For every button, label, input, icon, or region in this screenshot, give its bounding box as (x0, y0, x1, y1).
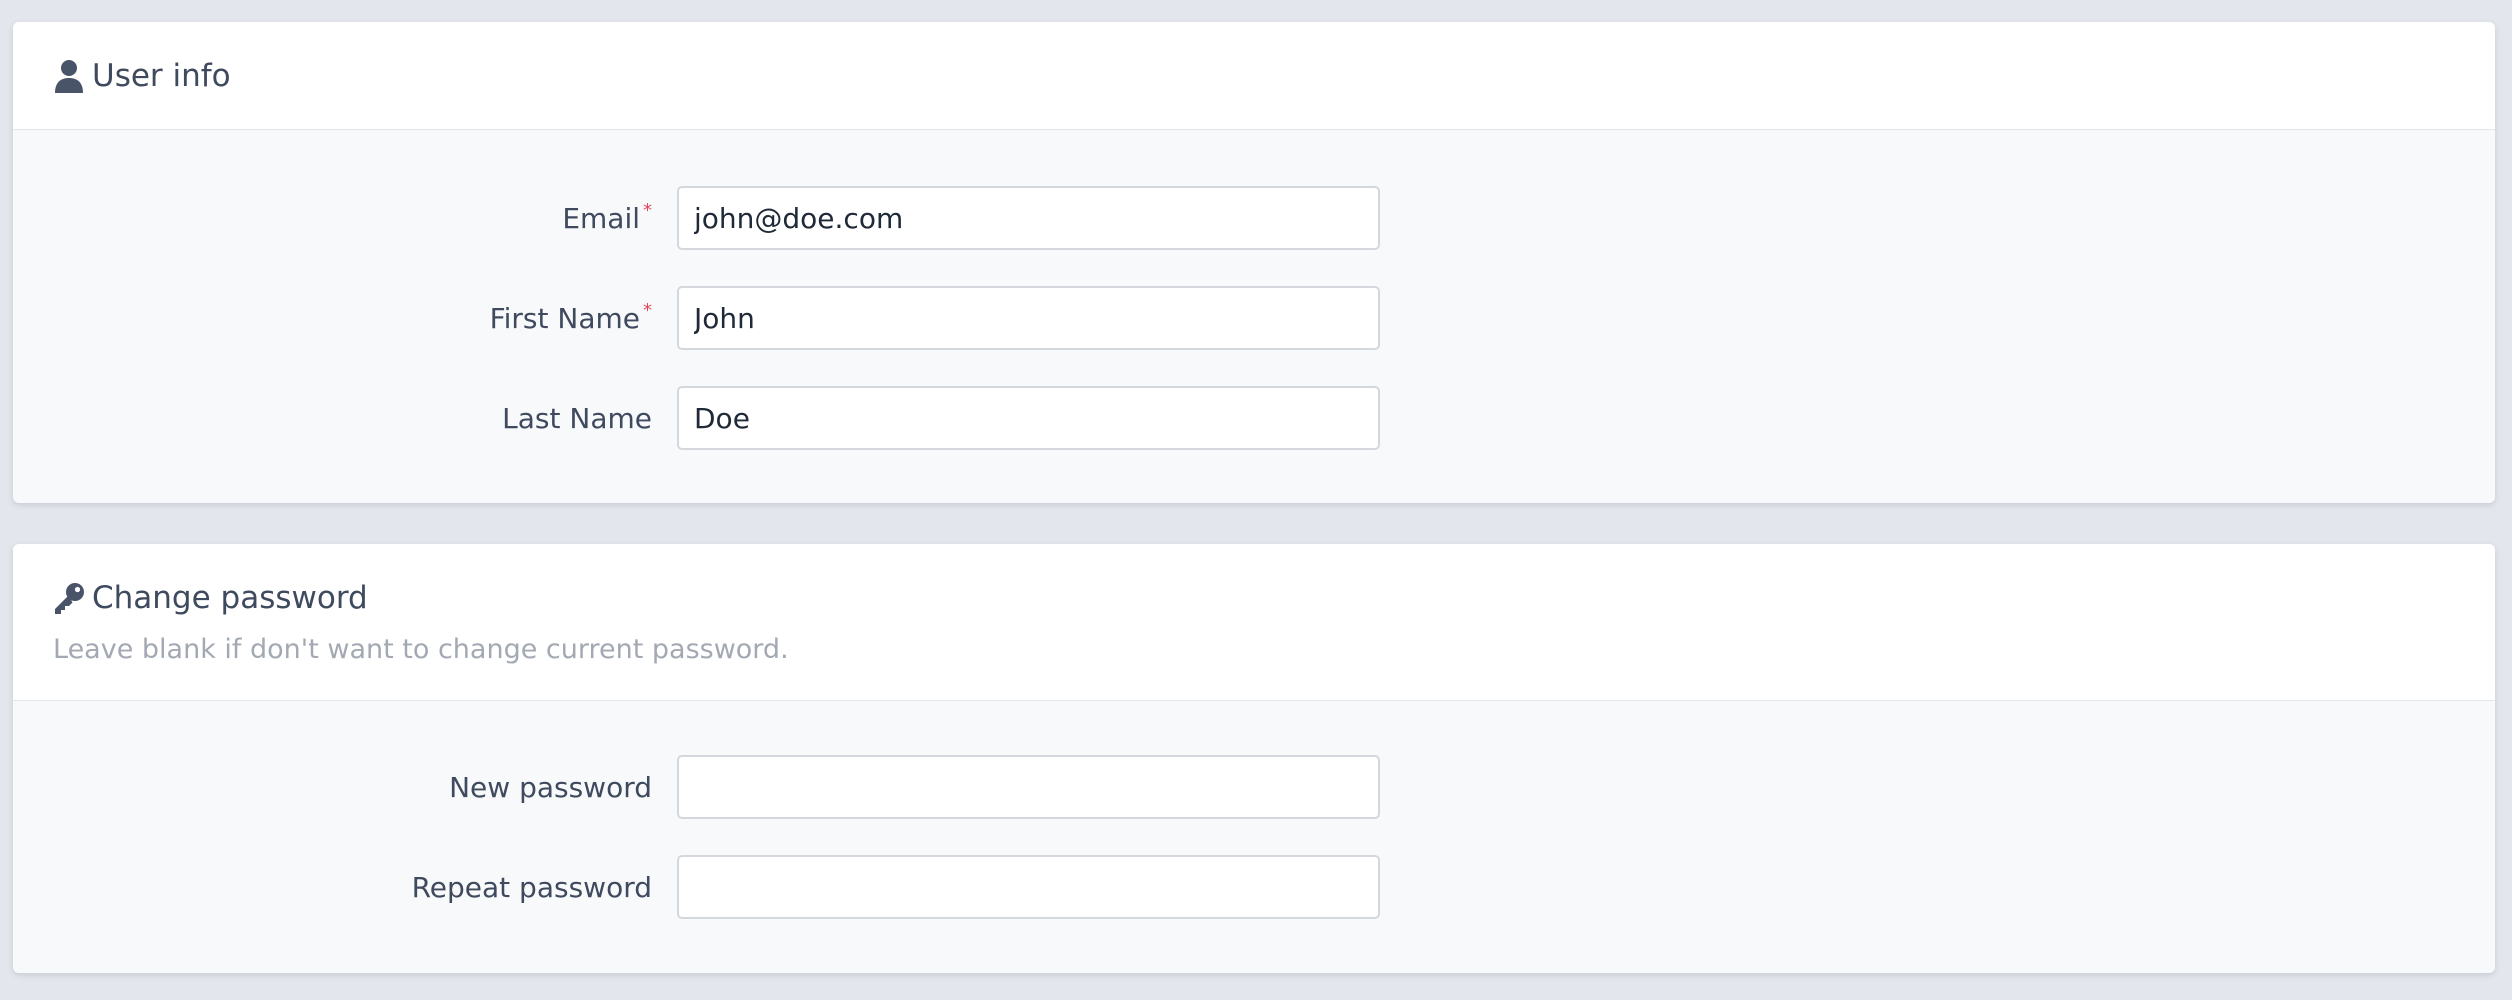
first-name-row: First Name * (13, 286, 2495, 350)
new-password-field[interactable] (677, 755, 1380, 819)
first-name-label: First Name * (489, 286, 652, 350)
email-field[interactable] (677, 186, 1380, 250)
required-mark: * (643, 300, 652, 321)
repeat-password-field[interactable] (677, 855, 1380, 919)
user-info-title-text: User info (92, 58, 231, 94)
email-label-text: Email (562, 201, 640, 235)
change-password-title-text: Change password (92, 580, 368, 616)
first-name-field[interactable] (677, 286, 1380, 350)
user-info-header: User info (13, 22, 2495, 130)
user-icon (53, 59, 85, 93)
new-password-row: New password (13, 755, 2495, 819)
change-password-description: Leave blank if don't want to change curr… (53, 634, 789, 665)
last-name-field[interactable] (677, 386, 1380, 450)
email-row: Email * (13, 186, 2495, 250)
last-name-label: Last Name (502, 401, 652, 435)
change-password-panel: Change password Leave blank if don't wan… (13, 544, 2495, 973)
last-name-row: Last Name (13, 386, 2495, 450)
new-password-label: New password (449, 770, 652, 804)
repeat-password-label: Repeat password (411, 870, 652, 904)
user-info-panel: User info Email * First Name * Last Name (13, 22, 2495, 503)
email-label: Email * (562, 186, 652, 250)
repeat-password-row: Repeat password (13, 855, 2495, 919)
required-mark: * (643, 200, 652, 221)
change-password-header: Change password Leave blank if don't wan… (13, 544, 2495, 701)
key-icon (53, 581, 85, 615)
change-password-title: Change password (53, 576, 368, 620)
first-name-label-text: First Name (489, 301, 640, 335)
user-info-title: User info (53, 54, 231, 98)
